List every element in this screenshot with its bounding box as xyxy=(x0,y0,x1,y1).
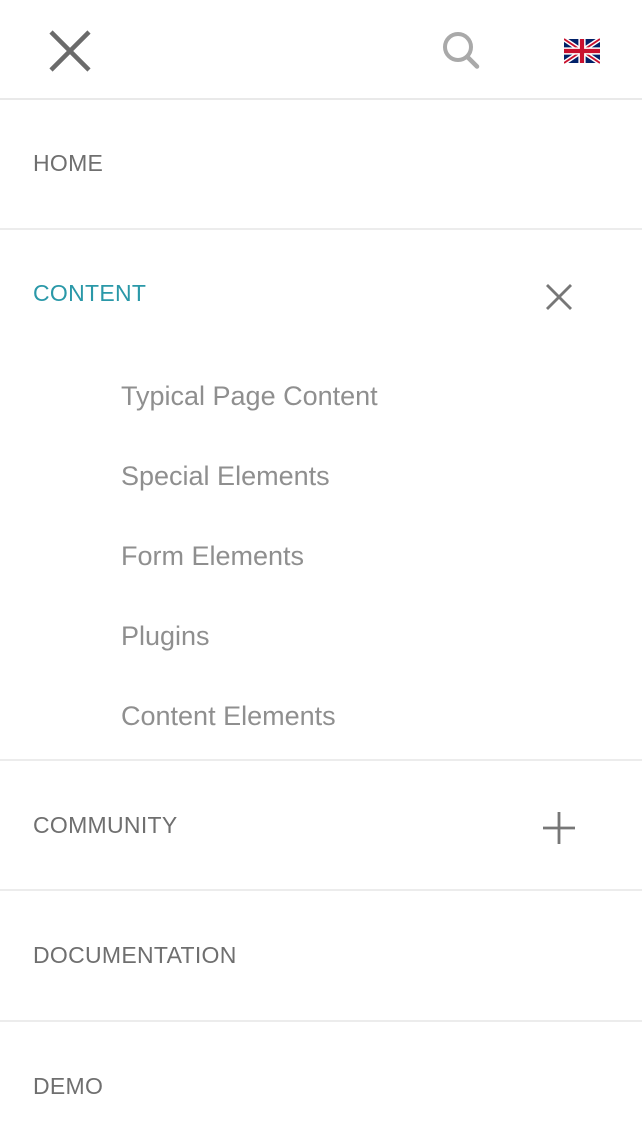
menu-item-demo: DEMO xyxy=(0,1022,642,1139)
menu-item-documentation-label[interactable]: DOCUMENTATION xyxy=(33,944,237,967)
content-collapse-button[interactable] xyxy=(539,277,579,317)
plus-icon xyxy=(543,812,575,844)
submenu-item-typical-page-content[interactable]: Typical Page Content xyxy=(121,383,378,410)
menu-item-documentation: DOCUMENTATION xyxy=(0,891,642,1022)
menu-item-community-label[interactable]: COMMUNITY xyxy=(33,814,178,837)
submenu-item-special-elements[interactable]: Special Elements xyxy=(121,463,330,490)
search-icon xyxy=(443,32,480,69)
close-icon xyxy=(546,284,572,310)
menu-item-content-label[interactable]: CONTENT xyxy=(33,282,146,305)
submenu-item-content-elements[interactable]: Content Elements xyxy=(121,703,336,730)
uk-flag-icon xyxy=(562,37,602,65)
submenu-item-form-elements[interactable]: Form Elements xyxy=(121,543,304,570)
menu-item-content: CONTENT Typical Page Content Special Ele… xyxy=(0,230,642,761)
language-switch-button[interactable] xyxy=(562,37,602,65)
community-expand-button[interactable] xyxy=(539,808,579,848)
submenu-item-plugins[interactable]: Plugins xyxy=(121,623,210,650)
close-menu-button[interactable] xyxy=(47,28,93,74)
close-icon xyxy=(49,30,91,72)
menu-item-home-label[interactable]: HOME xyxy=(33,152,103,175)
search-button[interactable] xyxy=(440,30,480,70)
menu-item-demo-label[interactable]: DEMO xyxy=(33,1075,103,1098)
menu-item-home: HOME xyxy=(0,100,642,230)
menu-item-community: COMMUNITY xyxy=(0,761,642,891)
mobile-menu-header xyxy=(0,0,642,100)
